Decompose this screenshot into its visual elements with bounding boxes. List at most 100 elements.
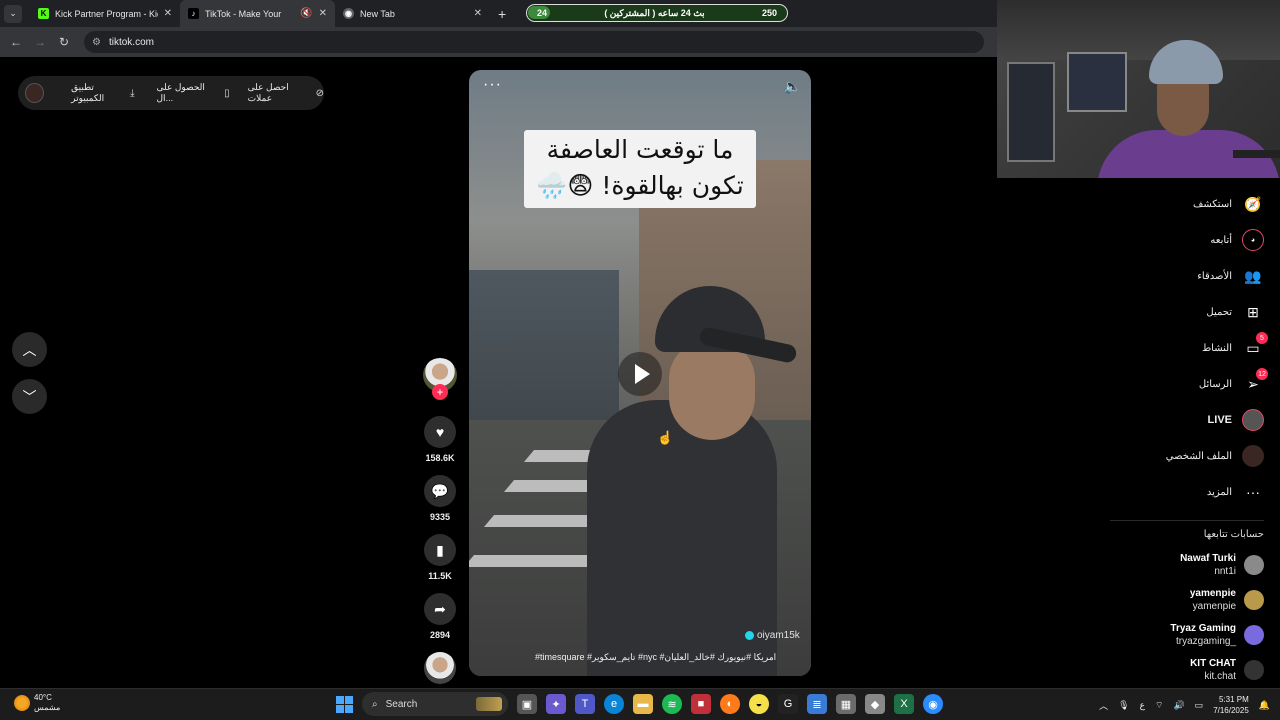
more-options-icon[interactable]: ··· [483,76,502,94]
app-icon[interactable]: ◆ [865,694,885,714]
teams-icon[interactable]: T [575,694,595,714]
new-tab-button[interactable]: + [498,6,506,22]
heart-icon[interactable]: ♥ [424,416,456,448]
like-action[interactable]: ♥ 158.6K [424,416,456,463]
account-handle: nnt1i [1214,565,1236,577]
comment-icon[interactable]: 💬 [424,475,456,507]
weather-condition: مشمس [34,703,61,712]
video-author[interactable]: oiyam15k [745,630,800,641]
site-info-icon[interactable]: ⚙ [92,37,101,48]
counter-goal: 250 [761,8,777,18]
url-field[interactable]: ⚙ tiktok.com [84,31,984,53]
sidebar-item-live[interactable]: LIVE [1110,402,1280,438]
next-video-button[interactable]: ﹀ [12,379,47,414]
calculator-icon[interactable]: ▦ [836,694,856,714]
mute-tab-icon[interactable]: 🔇 [294,8,312,19]
previous-video-button[interactable]: ︿ [12,332,47,367]
webcam-overlay [997,0,1280,178]
play-button[interactable] [618,352,662,396]
sound-avatar[interactable] [424,652,456,684]
followed-account[interactable]: Nawaf Turki nnt1i [1110,547,1280,582]
sidebar-item-more[interactable]: ··· المزيد [1110,474,1280,510]
volume-icon[interactable]: 🔈 [784,78,801,95]
sidebar-item-label: أتابعه [1210,234,1232,246]
account-handle: _tryazgaming [1175,635,1236,647]
close-icon[interactable]: ✕ [313,8,327,19]
tiktok-icon: ♪ [188,8,199,19]
download-icon: ⤓ [130,87,135,99]
task-view-icon[interactable]: ▣ [517,694,537,714]
sidebar-item-friends[interactable]: 👥 الأصدقاء [1110,258,1280,294]
share-count: 2894 [429,630,451,640]
upload-icon: ⊞ [1247,303,1259,320]
video-hashtags[interactable]: #timesquare #تايم_سكوير #nyc #امريكا #ني… [535,652,805,663]
copilot-icon[interactable]: ✦ [546,694,566,714]
app-icon[interactable]: G [778,694,798,714]
clock[interactable]: 5:31 PM 7/16/2025 [1213,694,1249,716]
close-icon[interactable]: ✕ [468,8,482,19]
sidebar-item-activity[interactable]: ▭ 5 النشاط [1110,330,1280,366]
microphone-icon[interactable]: 🎙 [1118,700,1129,711]
wifi-icon[interactable]: ⌔ [1155,700,1163,711]
chrome-icon[interactable]: ◉ [923,694,943,714]
forward-button[interactable]: → [28,35,52,49]
get-app-label: الحصول على ال... [156,82,205,103]
back-button[interactable]: ← [4,35,28,49]
notepad-icon[interactable]: ≣ [807,694,827,714]
close-icon[interactable]: ✕ [158,8,172,19]
video-scene [669,340,755,440]
share-icon[interactable]: ➦ [424,593,456,625]
followed-account[interactable]: KIT CHAT kit.chat [1110,652,1280,687]
file-explorer-icon[interactable]: ▬ [633,694,653,714]
app-icon[interactable]: ■ [691,694,711,714]
taskbar-search[interactable]: ⌕ Search [362,692,508,716]
save-count: 11.5K [428,571,452,581]
get-app-link[interactable]: الحصول على ال... ▯ [157,82,230,104]
followed-account[interactable]: Tryaz Gaming _tryazgaming [1110,617,1280,652]
share-action[interactable]: ➦ 2894 [424,593,456,640]
tab-kick[interactable]: K Kick Partner Program - Kick Da ✕ [30,0,180,27]
tab-newtab[interactable]: ◉ New Tab ✕ [335,0,490,27]
avatar[interactable] [25,83,45,103]
verified-icon [745,631,754,640]
tab-search-button[interactable]: ⌄ [4,4,22,23]
save-action[interactable]: ▮ 11.5K [424,534,456,581]
battery-icon[interactable]: ▭ [1195,700,1204,711]
url-text: tiktok.com [108,36,154,48]
get-coins-link[interactable]: احصل على عملات ⊘ [248,82,324,104]
video-player[interactable]: ما توقعت العاصفة تكون بهالقوة! 😨🌧️ ··· 🔈… [469,70,811,676]
clock-date: 7/16/2025 [1213,706,1249,715]
desktop-app-link[interactable]: تطبيق الكمبيوتر ⤓ [71,82,134,104]
volume-icon[interactable]: 🔊 [1173,700,1184,711]
sidebar-item-profile[interactable]: الملف الشخصي [1110,438,1280,474]
snapchat-icon[interactable]: ◒ [749,694,769,714]
sidebar-item-explore[interactable]: 🧭 استكشف [1110,186,1280,222]
follow-plus-icon[interactable]: + [432,384,448,400]
tab-tiktok[interactable]: ♪ TikTok - Make Your Day 🔇 ✕ [180,0,335,27]
reload-button[interactable]: ↻ [52,35,76,49]
notifications-icon[interactable]: 🔔 [1259,700,1270,711]
input-language[interactable]: ع [1140,700,1145,711]
tab-title: New Tab [360,8,395,19]
excel-icon[interactable]: X [894,694,914,714]
weather-widget[interactable]: 40°C مشمس [14,693,60,713]
comment-action[interactable]: 💬 9335 [424,475,456,522]
edge-icon[interactable]: e [604,694,624,714]
followed-account[interactable]: yamenpie yamenpie [1110,582,1280,617]
bookmark-icon[interactable]: ▮ [424,534,456,566]
chevron-down-icon: ﹀ [22,388,37,405]
start-icon[interactable] [336,695,353,713]
sidebar-item-upload[interactable]: ⊞ تحميل [1110,294,1280,330]
search-label: Search [385,698,418,710]
sidebar-item-messages[interactable]: ➢ 12 الرسائل [1110,366,1280,402]
firefox-icon[interactable]: ◐ [720,694,740,714]
caption-line: تكون بهالقوة! 😨🌧️ [536,171,744,200]
sidebar-item-label: تحميل [1206,306,1232,318]
chevron-up-icon[interactable]: ︿ [1099,699,1108,712]
profile-icon [1242,445,1264,467]
spotify-icon[interactable]: ≋ [662,694,682,714]
sidebar-item-label: الأصدقاء [1197,270,1232,282]
creator-avatar[interactable]: + [423,358,457,400]
sidebar-item-following[interactable]: ◕ أتابعه [1110,222,1280,258]
compass-icon: 🧭 [1244,195,1262,212]
